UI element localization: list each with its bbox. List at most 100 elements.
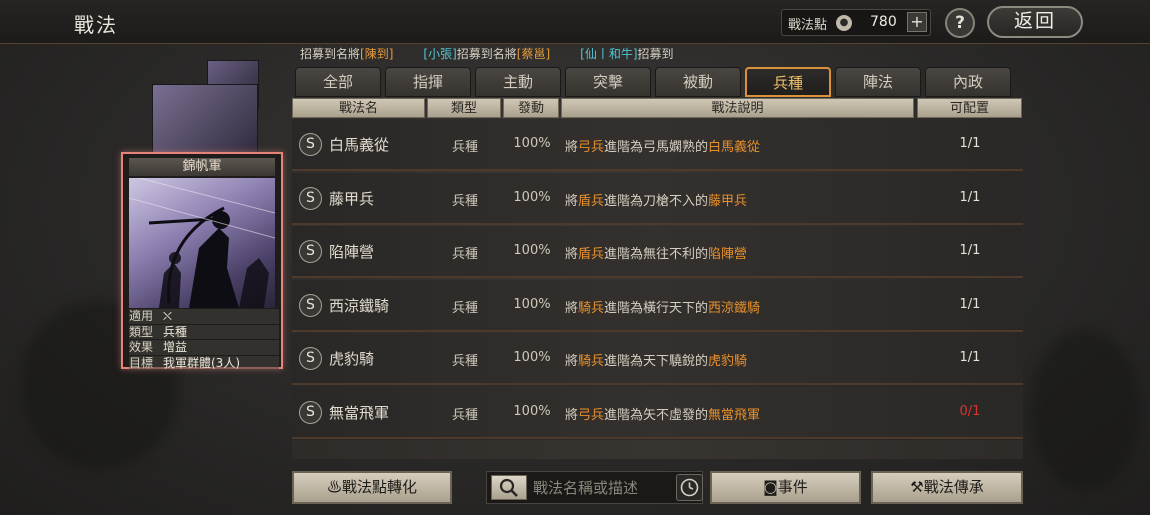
trigger-rate: 100% [513,136,551,151]
tactic-row[interactable]: S 藤甲兵 兵種 100% 將盾兵進階為刀槍不入的藤甲兵 1/1 [292,172,1023,225]
description-highlight: 白馬義從 [708,140,761,155]
selected-tactic-card[interactable]: 錦帆軍 適用 ⛌ 類型 兵種 效果 增益 目標 我軍群體(3人) [121,152,283,371]
clock-icon [680,478,699,497]
description-highlight: 盾兵 [578,193,605,209]
column-header-rate[interactable]: 發動 [503,98,559,118]
tab-1[interactable]: 指揮 [385,67,471,97]
description-highlight: 藤甲兵 [708,193,748,209]
description-highlight: 虎豹騎 [708,354,748,369]
column-header-slots[interactable]: 可配置 [917,98,1022,118]
tactic-row[interactable]: S 白馬義從 兵種 100% 將弓兵進階為弓馬嫻熟的白馬義從 1/1 [292,119,1023,171]
event-label: 事件 [777,478,808,496]
info-key: 適用 [129,309,154,323]
slot-count: 1/1 [959,350,981,365]
info-value: 兵種 [163,324,188,339]
description-text: 將 [565,407,579,423]
page-title: 戰法 [74,13,118,37]
convert-points-label: 戰法點轉化 [342,478,418,496]
description-text: 將 [565,193,579,209]
description-text: 將 [565,354,579,369]
hammer-icon: ⚒ [910,478,924,496]
description-highlight: 騎兵 [578,354,605,369]
description-highlight: 陷陣營 [708,247,748,262]
tactic-description: 將騎兵進階為天下驍銳的虎豹騎 [565,350,747,369]
description-text: 進階為無往不利的 [604,247,709,262]
card-info-row: 效果 增益 [129,340,279,355]
trigger-rate: 100% [513,403,551,419]
trigger-rate: 100% [513,189,551,205]
tactic-row[interactable]: S 陷陣營 兵種 100% 將盾兵進階為無往不利的陷陣營 1/1 [292,226,1023,278]
tab-5[interactable]: 兵種 [745,67,831,97]
trigger-rate: 100% [513,296,551,312]
tactic-list: S 白馬義從 兵種 100% 將弓兵進階為弓馬嫻熟的白馬義從 1/1 S 藤甲兵 兵種 100% 將… [292,119,1023,459]
description-text: 進階為刀槍不入的 [604,193,709,209]
tab-2[interactable]: 主動 [475,67,561,97]
description-highlight: 弓兵 [578,140,605,155]
description-text: 將 [565,300,579,316]
grade-badge: S [299,293,322,317]
grade-badge: S [299,133,322,156]
search-input[interactable] [533,475,683,500]
description-highlight: 弓兵 [578,407,605,423]
card-info-row: 適用 ⛌ [129,309,279,324]
help-button[interactable]: ? [945,8,975,38]
inherit-label: 戰法傳承 [923,478,984,496]
broadcast-text: [仙丨和牛] [580,47,638,61]
tab-4[interactable]: 被動 [655,67,741,97]
grade-badge: S [299,240,322,263]
tab-3[interactable]: 突擊 [565,67,651,97]
slot-count: 1/1 [959,296,981,312]
event-button[interactable]: ◙事件 [710,471,861,504]
tactic-type: 兵種 [451,193,478,209]
convert-points-button[interactable]: ♨戰法點轉化 [292,471,452,504]
description-text: 進階為矢不虛發的 [604,407,709,423]
tab-6[interactable]: 陣法 [835,67,921,97]
broadcast-text: 招募到 [637,47,674,61]
grade-badge: S [299,186,322,210]
tactic-description: 將騎兵進階為橫行天下的西涼鐵騎 [565,297,760,316]
inherit-tactic-button[interactable]: ⚒戰法傳承 [871,471,1023,504]
column-header-type[interactable]: 類型 [427,98,501,118]
slot-count: 1/1 [959,243,981,258]
broadcast-message: 招募到名將[陳到] [300,47,393,61]
tactic-name: 藤甲兵 [329,189,375,208]
search-icon [499,478,518,497]
description-text: 進階為橫行天下的 [604,300,709,316]
tactic-description: 將弓兵進階為勇養千夫的錦帆軍；部隊普通攻擊時 [565,457,851,459]
tactic-type: 兵種 [451,140,478,155]
broadcast-message: [小張]招募到名將[蔡邕] [423,47,550,61]
trigger-rate: 100% [513,243,551,258]
broadcast-text: 招募到名將 [300,47,361,61]
points-value: 780 [870,14,897,30]
tactic-row[interactable]: S 西涼鐵騎 兵種 100% 將騎兵進階為橫行天下的西涼鐵騎 1/1 [292,279,1023,332]
trigger-rate: 100% [513,350,551,365]
info-key: 類型 [129,324,154,339]
description-text: 將 [565,140,579,155]
tactic-name: 白馬義從 [329,136,390,154]
tactic-row[interactable]: S 無當飛軍 兵種 100% 將弓兵進階為矢不虛發的無當飛軍 0/1 [292,386,1023,439]
tactic-description: 將盾兵進階為無往不利的陷陣營 [565,243,747,262]
tab-0[interactable]: 全部 [295,67,381,97]
card-info-panel: 適用 ⛌ 類型 兵種 效果 增益 目標 我軍群體(3人) [129,309,279,371]
flame-icon: ♨ [326,478,342,496]
column-header-name[interactable]: 戰法名 [292,98,425,118]
tactic-type: 兵種 [451,354,478,369]
slot-count: 1/1 [959,136,981,151]
tactic-name: 虎豹騎 [329,350,375,368]
description-highlight: 盾兵 [578,247,605,262]
return-button[interactable]: 返回 [987,6,1083,38]
history-button[interactable] [676,474,703,501]
ink-decoration [1030,330,1140,490]
tactic-row[interactable]: S 虎豹騎 兵種 100% 將騎兵進階為天下驍銳的虎豹騎 1/1 [292,333,1023,385]
tactic-name: 西涼鐵騎 [329,296,390,315]
record-icon: ◙ [763,478,778,496]
tactic-row[interactable]: 將弓兵進階為勇養千夫的錦帆軍；部隊普通攻擊時 [292,440,1023,459]
card-title: 錦帆軍 [129,158,275,176]
tab-7[interactable]: 內政 [925,67,1011,97]
description-text: 進階為天下驍銳的 [604,354,709,369]
tactic-points-display: 戰法點 ● 780 + [781,9,931,36]
search-button[interactable] [491,475,527,500]
recruit-broadcast-ticker: 招募到名將[陳到] [小張]招募到名將[蔡邕] [仙丨和牛]招募到 [300,44,820,64]
add-points-button[interactable]: + [907,12,927,32]
tactic-type: 兵種 [451,300,478,316]
